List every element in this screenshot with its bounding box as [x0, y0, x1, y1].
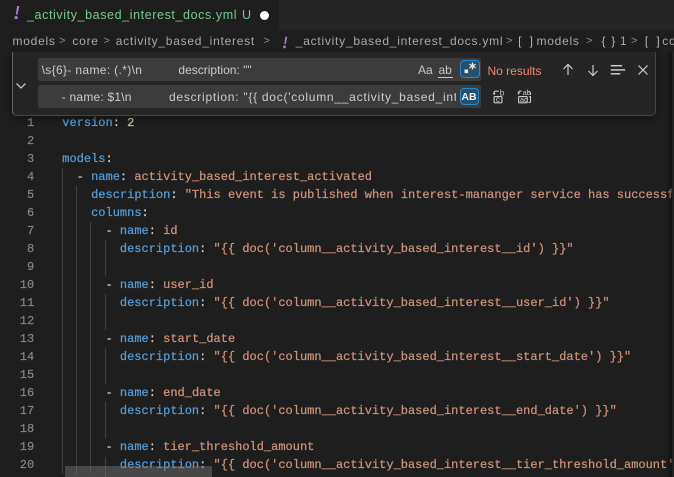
svg-text:ac: ac	[520, 94, 528, 103]
svg-text:b: b	[500, 88, 505, 97]
svg-text:c: c	[496, 94, 500, 103]
